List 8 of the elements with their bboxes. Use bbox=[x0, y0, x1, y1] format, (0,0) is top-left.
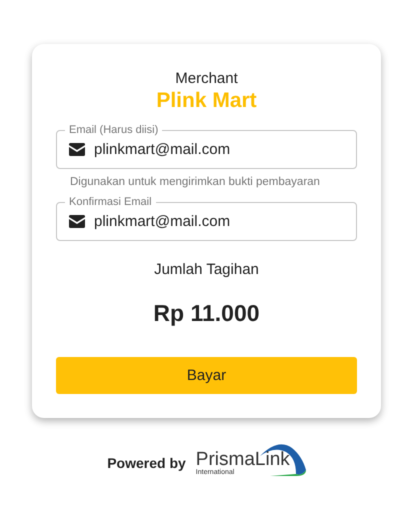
pay-button[interactable]: Bayar bbox=[56, 357, 357, 394]
merchant-label: Merchant bbox=[174, 70, 239, 88]
powered-by-text: Powered by bbox=[107, 454, 186, 472]
total-amount: Rp 11.000 bbox=[152, 299, 261, 327]
merchant-name: Plink Mart bbox=[155, 88, 258, 114]
field-label: Email (Harus diisi) bbox=[65, 123, 162, 137]
helper-text: Digunakan untuk mengirimkan bukti pembayaran bbox=[69, 175, 321, 189]
total-label: Jumlah Tagihan bbox=[153, 261, 260, 279]
